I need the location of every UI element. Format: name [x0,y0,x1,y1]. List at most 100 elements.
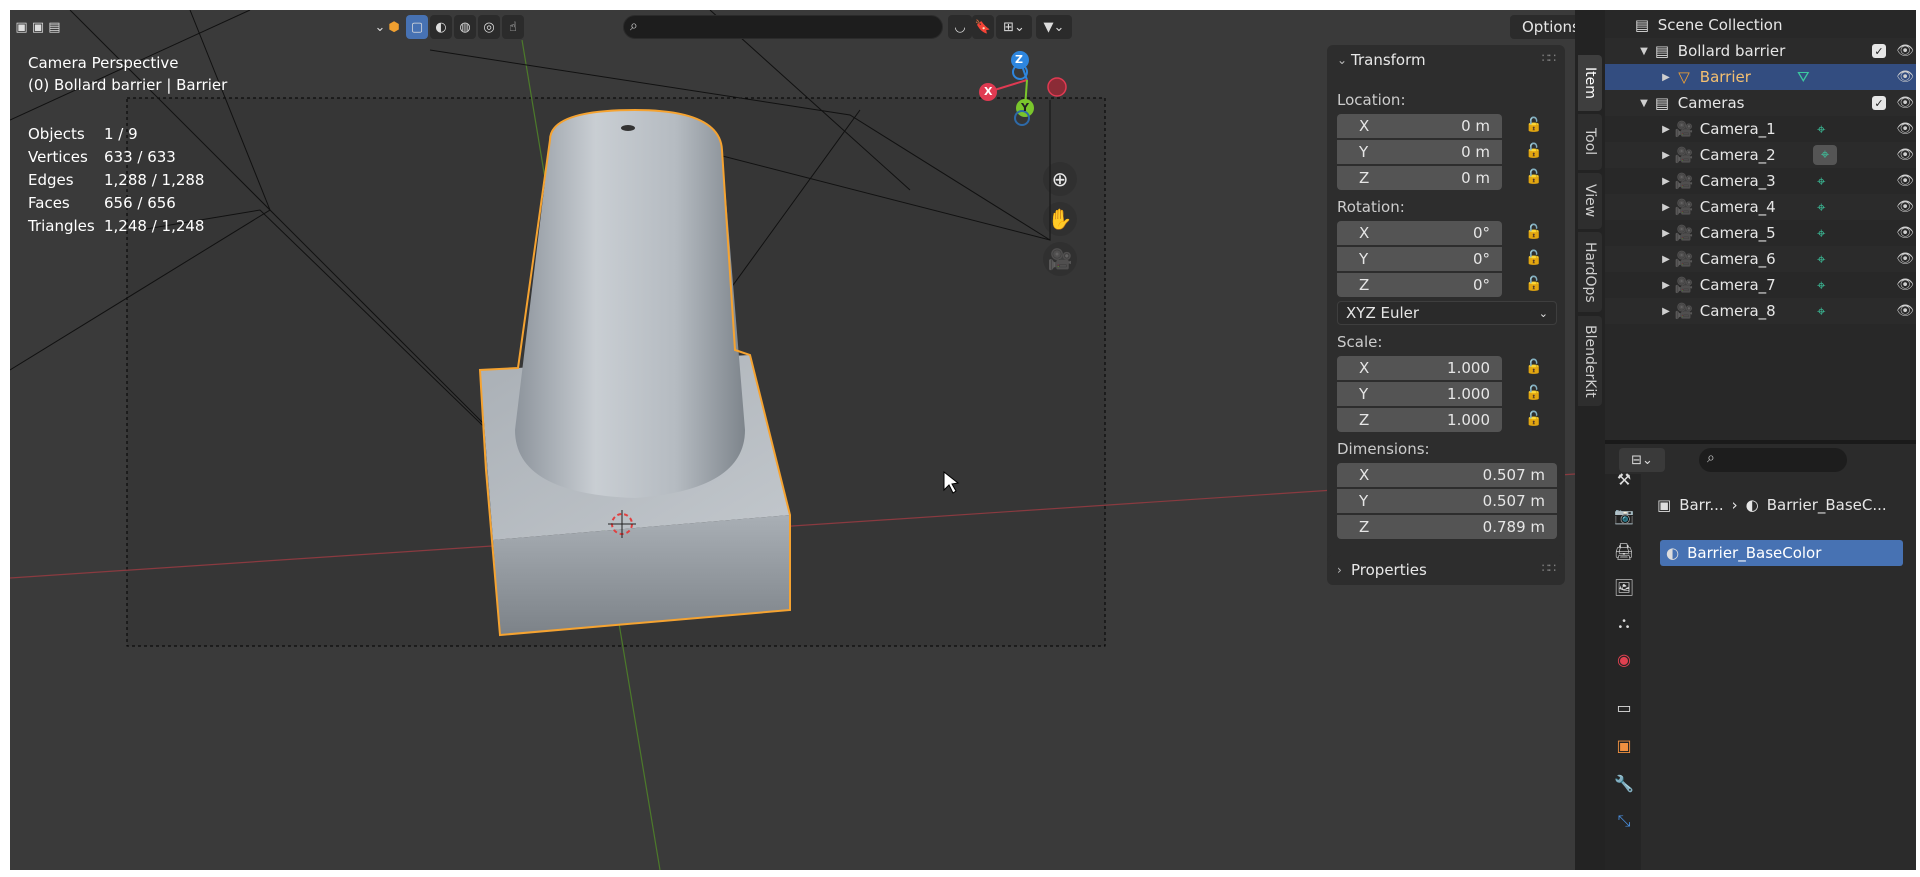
scale-y-field[interactable]: Y 1.000 [1337,382,1502,406]
location-z-field[interactable]: Z0 m [1337,166,1502,190]
eye-icon[interactable]: 👁 [1896,69,1914,85]
expand-down-icon[interactable]: ▼ [1637,46,1651,57]
checkbox[interactable]: ✓ [1872,44,1886,58]
expand-right-icon[interactable]: ▶ [1659,72,1673,83]
pose-hand-icon[interactable]: ☝ [502,15,524,39]
outliner-item-camera-8[interactable]: ▶ 🎥 Camera_8 ⌖ 👁 [1605,298,1920,324]
gizmo-color-icon[interactable]: ⬢ [382,15,406,39]
outliner-scene-collection[interactable]: ▤ Scene Collection [1605,12,1920,38]
eye-icon[interactable]: 👁 [1896,303,1914,319]
mesh-data-icon[interactable]: ⛛ [1797,68,1810,86]
camera-data-icon[interactable]: ⌖ [1813,145,1837,165]
drag-grip-icon[interactable]: ∷∷ [1542,51,1556,65]
eye-icon[interactable]: 👁 [1896,43,1914,59]
expand-right-icon[interactable]: ▶ [1659,254,1673,265]
rotation-z-field[interactable]: Z 0° [1337,273,1502,297]
hierarchy-dropdown-icon[interactable]: ⊞⌄ [996,15,1032,39]
pan-hand-icon[interactable]: ✋ [1043,202,1077,236]
eye-icon[interactable]: 👁 [1896,277,1914,293]
filter-dropdown-icon[interactable]: ▼⌄ [1036,15,1072,39]
camera-data-icon[interactable]: ⌖ [1817,302,1825,320]
eye-icon[interactable]: 👁 [1896,95,1914,111]
lock-icon[interactable]: 🔓 [1525,411,1547,431]
gizmo-x-label[interactable]: X [984,80,992,103]
tab-tool[interactable]: Tool [1578,114,1602,170]
location-y-field[interactable]: Y0 m [1337,140,1502,164]
select-subtract-icon[interactable]: ▤ [48,20,60,35]
select-extend-icon[interactable]: ▣ [32,20,44,35]
expand-right-icon[interactable]: ▶ [1659,150,1673,161]
lock-icon[interactable]: 🔓 [1525,385,1547,405]
camera-data-icon[interactable]: ⌖ [1817,198,1825,216]
rendered-shading-button[interactable]: ◎ [478,15,500,39]
scale-x-field[interactable]: X 1.000 [1337,356,1502,380]
eye-icon[interactable]: 👁 [1896,121,1914,137]
object-icon[interactable]: ▣ [1613,734,1635,756]
zoom-icon[interactable]: ⊕ [1043,162,1077,196]
tab-hardops[interactable]: HardOps [1578,232,1602,312]
expand-right-icon[interactable]: ▶ [1659,176,1673,187]
eye-icon[interactable]: 👁 [1896,225,1914,241]
options-dropdown[interactable]: Options ⌄ [1510,15,1575,39]
particles-icon[interactable]: ⤡ [1613,810,1635,832]
curve-icon[interactable]: ◡ [948,15,972,39]
properties-subpanel[interactable]: › Properties ∷∷ [1327,555,1565,585]
bookmark-icon[interactable]: 🔖 [972,15,994,39]
expand-right-icon[interactable]: ▶ [1659,202,1673,213]
eye-icon[interactable]: 👁 [1896,199,1914,215]
camera-data-icon[interactable]: ⌖ [1817,250,1825,268]
collection-icon[interactable]: ▭ [1613,696,1635,718]
gizmo-y-label[interactable]: Y [1021,96,1029,119]
lock-icon[interactable]: 🔓 [1525,276,1547,296]
lock-icon[interactable]: 🔓 [1525,143,1547,163]
expand-right-icon[interactable]: ▶ [1659,280,1673,291]
render-icon[interactable]: 📷 [1613,504,1635,526]
scale-z-field[interactable]: Z 1.000 [1337,408,1502,432]
lock-icon[interactable]: 🔓 [1525,250,1547,270]
dimensions-y-field[interactable]: Y 0.507 m [1337,489,1557,513]
outliner-item-camera-5[interactable]: ▶ 🎥 Camera_5 ⌖ 👁 [1605,220,1920,246]
expand-right-icon[interactable]: ▶ [1659,228,1673,239]
tab-item[interactable]: Item [1578,55,1602,111]
wireframe-shading-button[interactable]: ▢ [406,15,428,39]
gizmo-z-label[interactable]: Z [1015,48,1023,71]
select-box-icon[interactable]: ▣ [15,20,27,35]
outliner-item-camera-2[interactable]: ▶ 🎥 Camera_2 ⌖ 👁 [1605,142,1920,168]
camera-view-icon[interactable]: 🎥 [1043,242,1077,276]
outliner-item-camera-7[interactable]: ▶ 🎥 Camera_7 ⌖ 👁 [1605,272,1920,298]
outliner-item-bollard-barrier[interactable]: ▼ ▤ Bollard barrier ✓ 👁 [1605,38,1920,64]
dimensions-x-field[interactable]: X 0.507 m [1337,463,1557,487]
drag-grip-icon[interactable]: ∷∷ [1542,561,1556,575]
output-icon[interactable]: 🖨 [1613,540,1635,562]
outliner-item-camera-6[interactable]: ▶ 🎥 Camera_6 ⌖ 👁 [1605,246,1920,272]
tab-view[interactable]: View [1578,173,1602,229]
camera-data-icon[interactable]: ⌖ [1817,172,1825,190]
lock-icon[interactable]: 🔓 [1525,117,1547,137]
eye-icon[interactable]: 👁 [1896,251,1914,267]
properties-search-input[interactable]: ⌕ [1699,448,1847,472]
camera-data-icon[interactable]: ⌖ [1817,276,1825,294]
expand-down-icon[interactable]: ▼ [1637,98,1651,109]
tab-blenderkit[interactable]: BlenderKit [1578,316,1602,406]
viewport-search-input[interactable]: ⌕ [623,15,943,39]
location-x-field[interactable]: X0 m [1337,114,1502,138]
outliner-item-camera-3[interactable]: ▶ 🎥 Camera_3 ⌖ 👁 [1605,168,1920,194]
eye-icon[interactable]: 👁 [1896,173,1914,189]
outliner-item-camera-4[interactable]: ▶ 🎥 Camera_4 ⌖ 👁 [1605,194,1920,220]
expand-right-icon[interactable]: ▶ [1659,124,1673,135]
solid-shading-button[interactable]: ◐ [430,15,452,39]
outliner-item-barrier[interactable]: ▶ ▽ Barrier ⛛ 👁 [1605,64,1920,90]
lock-icon[interactable]: 🔓 [1525,224,1547,244]
eye-icon[interactable]: 👁 [1896,147,1914,163]
outliner-item-camera-1[interactable]: ▶ 🎥 Camera_1 ⌖ 👁 [1605,116,1920,142]
material-shading-button[interactable]: ◍ [454,15,476,39]
rotation-x-field[interactable]: X 0° [1337,221,1502,245]
rotation-y-field[interactable]: Y 0° [1337,247,1502,271]
checkbox[interactable]: ✓ [1872,96,1886,110]
lock-icon[interactable]: 🔓 [1525,359,1547,379]
material-slot[interactable]: ◐ Barrier_BaseColor [1660,540,1903,566]
scene-icon[interactable]: ⛬ [1613,612,1635,634]
modifier-wrench-icon[interactable]: 🔧 [1613,772,1635,794]
lock-icon[interactable]: 🔓 [1525,169,1547,189]
expand-right-icon[interactable]: ▶ [1659,306,1673,317]
